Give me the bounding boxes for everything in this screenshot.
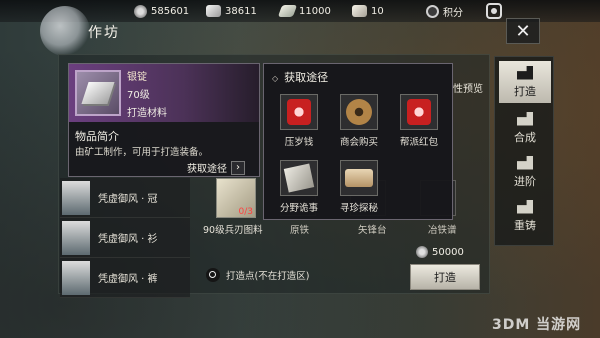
gear-icon[interactable] [486,3,502,19]
silver-value: 38611 [225,5,257,17]
forge-cost-value: 50000 [432,246,464,258]
search-icon [206,268,220,282]
combine-icon [517,111,533,126]
forge-point-label: 打造点(不在打造区) [226,271,310,282]
item-icon-frame [75,70,121,116]
tab-advance[interactable]: 进阶 [499,151,551,193]
redpack-icon [407,99,431,125]
points-resource[interactable]: 积分 [426,3,463,19]
list-item[interactable]: 凭虚御风 · 裤 [60,258,190,298]
material-label: 原铁 [290,225,310,236]
coin-icon [346,99,372,125]
material-label: 矢锋台 [358,225,387,236]
equipment-thumbnail [62,261,90,295]
close-icon: ✕ [515,20,531,42]
silver-resource: 38611 [206,3,257,19]
badge-icon [426,4,439,18]
source-item[interactable]: 寻珍探秘 [334,160,384,216]
source-label: 帮派红包 [399,137,438,148]
list-item-label: 凭虚御风 · 衫 [98,234,158,245]
silver-icon [206,5,221,17]
item-type: 打造材料 [127,108,167,119]
list-item-label: 凭虚御风 · 裤 [98,274,158,285]
item-header: 银锭 70级 打造材料 [69,64,259,122]
source-link[interactable]: 获取途径 › [187,160,245,175]
forge-button[interactable]: 打造 [410,264,480,290]
hammer-icon [517,199,533,214]
forge-cost: 50000 [416,246,464,258]
tab-label: 合成 [514,130,536,144]
cards-icon [283,163,315,193]
item-name: 银锭 [127,72,147,83]
scroll-icon [277,5,298,17]
source-link-label: 获取途径 [187,164,227,175]
tab-forge[interactable]: 打造 [499,61,551,103]
item-level: 70级 [127,90,150,101]
source-item[interactable]: 商会购买 [334,94,384,150]
silver-ingot-icon [81,82,115,104]
ticket-icon [352,5,367,17]
coin-value: 585601 [151,5,190,17]
list-item-label: 凭虚御风 · 冠 [98,194,158,205]
points-label: 积分 [443,7,463,19]
description-text: 由矿工制作，可用于打造装备。 [75,147,209,158]
scroll-resource: 11000 [277,3,331,19]
tab-reforge[interactable]: 重铸 [499,195,551,237]
anvil-icon [517,65,533,80]
list-item[interactable]: 凭虚御风 · 衫 [60,218,190,258]
list-item[interactable]: 凭虚御风 · 冠 [60,178,190,218]
coin-icon [134,4,147,18]
advance-icon [517,155,533,170]
source-label: 寻珍探秘 [339,203,378,214]
sources-popup: 获取途径 压岁钱 商会购买 帮派红包 分野诡事 寻珍探秘 [263,63,453,220]
item-tooltip: 银锭 70级 打造材料 物品简介 由矿工制作，可用于打造装备。 获取途径 › [68,63,260,177]
ticket-resource: 10 [352,3,384,19]
right-tab-bar: 打造 合成 进阶 重铸 [494,56,554,246]
equipment-thumbnail [62,221,90,255]
material-book-slot[interactable]: 0/3 [216,178,256,218]
coin-resource: 585601 [134,3,189,19]
scroll-value: 11000 [299,5,331,17]
source-item[interactable]: 帮派红包 [394,94,444,150]
source-label: 商会购买 [339,137,378,148]
sources-title: 获取途径 [272,69,328,85]
description-title: 物品简介 [75,130,119,143]
window-title: 作坊 [88,25,120,41]
source-item[interactable]: 分野诡事 [274,160,324,216]
chevron-right-icon: › [231,160,245,175]
redpack-icon [287,99,311,125]
source-item[interactable]: 压岁钱 [274,94,324,150]
tab-label: 重铸 [514,218,536,232]
coin-icon [416,246,428,258]
source-label: 分野诡事 [279,203,318,214]
equipment-thumbnail [62,181,90,215]
moon-emblem [40,6,90,56]
material-count: 0/3 [238,207,253,217]
tab-label: 进阶 [514,174,536,188]
tab-combine[interactable]: 合成 [499,107,551,149]
close-button[interactable]: ✕ [506,18,540,44]
forge-point-locator[interactable]: 打造点(不在打造区) [206,268,309,282]
source-label: 压岁钱 [284,137,314,148]
tab-label: 打造 [514,84,536,98]
treasure-icon [345,169,373,187]
ticket-value: 10 [371,5,384,17]
material-label: 冶铁谱 [428,225,457,236]
watermark: 3DM 当游网 [492,317,582,333]
attribute-preview-link[interactable]: 性预览 [453,80,483,95]
material-book-label: 90级兵刃图料 [203,225,263,236]
